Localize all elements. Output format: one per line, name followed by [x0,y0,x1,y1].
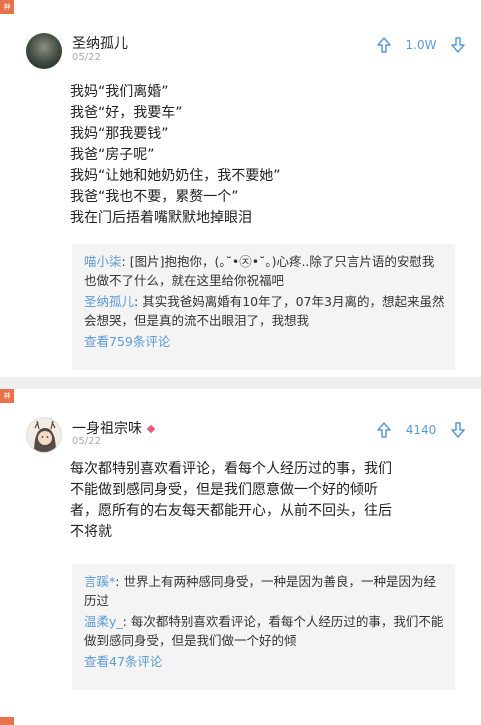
post-line: 我爸“好，我要车” [70,105,183,121]
username[interactable]: 一身祖宗味 [72,418,156,438]
post-line: 我妈“我们离婚” [70,84,169,100]
vote-count: 4140 [405,423,437,437]
vote-bar: 1.0W [375,36,467,54]
arrow-down-icon[interactable] [449,421,467,439]
post-line: 我爸“房子呢” [70,147,155,163]
post-line: 不将就 [70,524,112,540]
post-line: 我妈“那我要钱” [70,126,169,142]
post-body: 每次都特别喜欢看评论，看每个人经历过的事，我们 不能做到感同身受，但是我们愿意做… [70,459,461,543]
commenter-name[interactable]: 喵小柒 [84,254,122,269]
avatar[interactable] [26,417,62,453]
commenter-name[interactable]: 言蹊* [84,574,115,589]
post-date: 05/22 [72,52,101,63]
comment-item: 言蹊*: 世界上有两种感同身受，一种是因为善良，一种是因为经历过 [84,572,445,610]
username-text: 一身祖宗味 [72,421,142,437]
view-comments-link[interactable]: 查看759条评论 [84,332,445,351]
comment-item: 圣纳孤儿: 其实我爸妈离婚有10年了，07年3月离的，想起来虽然会想哭，但是真的… [84,292,445,330]
comment-text: : [图片]抱抱你，(｡˘•㉨•˘｡)心疼..除了只言片语的安慰我也做不了什么，… [84,254,435,288]
post-line: 不能做到感同身受，但是我们愿意做一个好的倾听 [70,482,378,498]
vote-count: 1.0W [405,38,437,52]
post-line: 我爸“我也不要，累赘一个” [70,189,239,205]
comment-item: 温柔y_: 每次都特别喜欢看评论，看每个人经历过的事，我们不能做到感同身受，但是… [84,612,445,650]
comment-preview: 喵小柒: [图片]抱抱你，(｡˘•㉨•˘｡)心疼..除了只言片语的安慰我也做不了… [72,244,455,370]
commenter-name[interactable]: 温柔y_ [84,614,123,629]
arrow-up-icon[interactable] [375,36,393,54]
post-date: 05/22 [72,436,101,447]
avatar[interactable] [26,33,62,69]
commenter-name[interactable]: 圣纳孤儿 [84,294,134,309]
post-line: 我妈“让她和她奶奶住，我不要她” [70,168,281,184]
comment-text: : 世界上有两种感同身受，一种是因为善良，一种是因为经历过 [84,574,436,608]
username[interactable]: 圣纳孤儿 [72,33,128,53]
arrow-down-icon[interactable] [449,36,467,54]
comment-text: : 其实我爸妈离婚有10年了，07年3月离的，想起来虽然会想哭，但是真的流不出眼… [84,294,445,328]
god-tag-badge [0,717,14,725]
comment-preview: 言蹊*: 世界上有两种感同身受，一种是因为善良，一种是因为经历过 温柔y_: 每… [72,564,455,690]
comment-text: : 每次都特别喜欢看评论，看每个人经历过的事，我们不能做到感同身受，但是我们做一… [84,614,444,648]
post-card-1: 神 圣纳孤儿 05/22 1.0W 我妈“我们离婚” 我爸“好，我要车” 我妈“… [0,0,481,377]
comment-item: 喵小柒: [图片]抱抱你，(｡˘•㉨•˘｡)心疼..除了只言片语的安慰我也做不了… [84,252,445,290]
post-line: 每次都特别喜欢看评论，看每个人经历过的事，我们 [70,461,392,477]
god-tag-badge: 神 [0,0,14,14]
post-line: 者，愿所有的右友每天都能开心，从前不回头，往后 [70,503,392,519]
arrow-up-icon[interactable] [375,421,393,439]
post-body: 我妈“我们离婚” 我爸“好，我要车” 我妈“那我要钱” 我爸“房子呢” 我妈“让… [70,82,461,229]
post-card-3-partial [0,717,481,725]
post-card-2: 神 一身祖宗味 05/22 4140 每次都特别喜欢看评论，看每个人经历过的事，… [0,389,481,717]
god-tag-badge: 神 [0,389,14,403]
diamond-badge-icon [146,424,156,434]
post-line: 我在门后捂着嘴默默地掉眼泪 [70,210,252,226]
view-comments-link[interactable]: 查看47条评论 [84,652,445,671]
vote-bar: 4140 [375,421,467,439]
